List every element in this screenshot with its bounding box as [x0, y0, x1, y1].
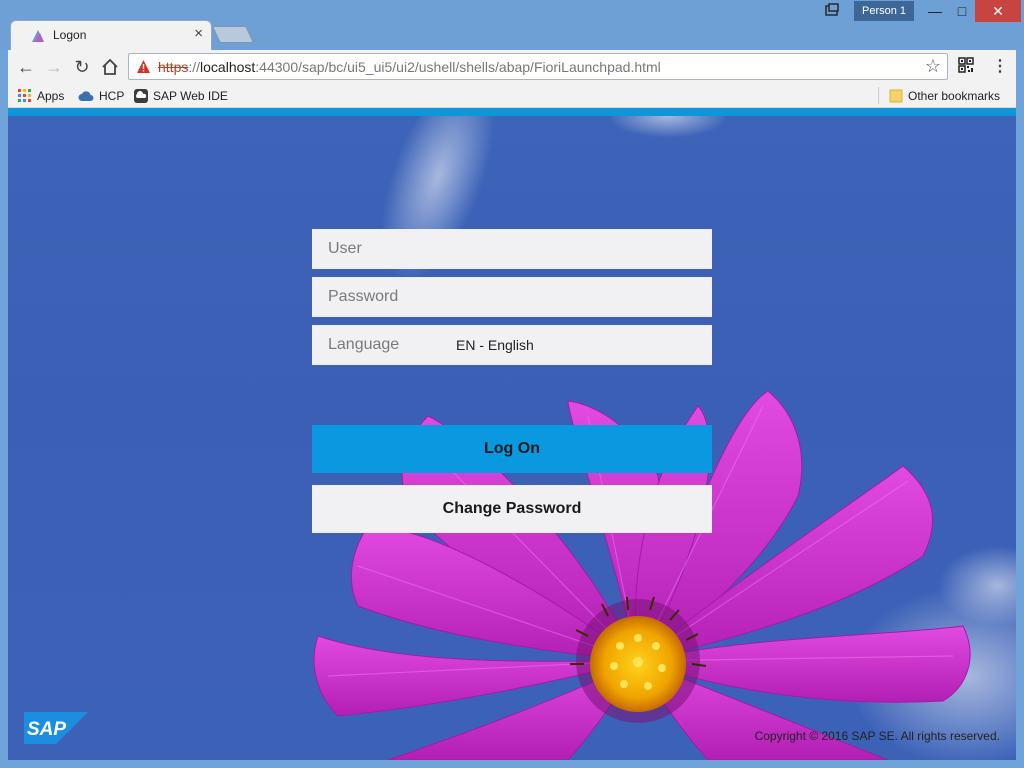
- url-scheme: https: [158, 59, 189, 75]
- log-on-button[interactable]: Log On: [312, 425, 712, 473]
- close-window-icon[interactable]: ✕: [975, 0, 1021, 22]
- svg-text:SAP: SAP: [27, 719, 66, 740]
- tab-title: Logon: [53, 28, 87, 42]
- bookmark-label: SAP Web IDE: [153, 89, 228, 103]
- user-input[interactable]: [312, 229, 712, 269]
- browser-menu-icon[interactable]: ⋮: [992, 56, 1008, 76]
- change-password-button[interactable]: Change Password: [312, 485, 712, 533]
- url-path: :44300/sap/bc/ui5_ui5/ui2/ushell/shells/…: [255, 59, 661, 75]
- sap-favicon-icon: [32, 30, 44, 42]
- other-bookmarks[interactable]: Other bookmarks: [889, 88, 1000, 104]
- bookmark-label: HCP: [99, 89, 125, 103]
- language-field[interactable]: Language EN - English: [312, 325, 712, 365]
- folder-icon: [889, 89, 903, 103]
- reload-icon[interactable]: ↻: [71, 56, 93, 78]
- url-host: localhost: [200, 59, 256, 75]
- other-bookmarks-label: Other bookmarks: [908, 89, 1001, 103]
- home-icon[interactable]: [99, 56, 121, 78]
- bookmark-label: Apps: [37, 89, 65, 103]
- web-ide-icon: [134, 88, 148, 103]
- forward-icon[interactable]: →: [43, 56, 65, 78]
- window-switch-icon[interactable]: [824, 2, 840, 18]
- apps-grid-icon: [18, 88, 31, 102]
- back-icon[interactable]: ←: [15, 56, 37, 78]
- password-field[interactable]: [312, 277, 712, 317]
- tab-logon[interactable]: Logon ×: [10, 20, 212, 50]
- password-input[interactable]: [312, 277, 712, 317]
- sap-logo: SAP: [24, 712, 88, 744]
- language-select[interactable]: EN - English: [456, 337, 534, 353]
- maximize-icon[interactable]: □: [945, 0, 979, 22]
- bookmark-sap-web-ide[interactable]: SAP Web IDE: [134, 88, 228, 104]
- url-text: https://localhost:44300/sap/bc/ui5_ui5/u…: [158, 59, 661, 75]
- bookmark-hcp[interactable]: HCP: [78, 88, 124, 104]
- bookmark-apps[interactable]: Apps: [18, 88, 64, 104]
- bookmark-star-icon[interactable]: ☆: [925, 56, 941, 77]
- not-secure-warning-icon: [137, 60, 150, 73]
- bookmarks-bar: Apps HCP SAP Web IDE Other bookmarks: [8, 84, 1016, 108]
- address-bar[interactable]: https://localhost:44300/sap/bc/ui5_ui5/u…: [128, 53, 948, 80]
- fiori-logon-page: Language EN - English Log On Change Pass…: [8, 108, 1016, 760]
- user-field[interactable]: [312, 229, 712, 269]
- profile-button[interactable]: Person 1: [854, 1, 914, 21]
- bookmarks-divider: [878, 87, 879, 104]
- close-tab-icon[interactable]: ×: [194, 25, 203, 43]
- browser-toolbar: ← → ↻ https://localhost:44300/sap/bc/ui5…: [8, 50, 1016, 84]
- cloud-icon: [78, 91, 94, 101]
- brand-top-bar: [8, 108, 1016, 116]
- new-tab-button[interactable]: [212, 26, 254, 43]
- copyright-text: Copyright © 2016 SAP SE. All rights rese…: [754, 729, 1000, 743]
- url-separator: ://: [188, 59, 201, 75]
- qr-code-extension-icon[interactable]: [958, 57, 974, 73]
- window-titlebar: Logon × Person 1 — □ ✕: [0, 0, 1024, 50]
- language-label: Language: [328, 336, 400, 353]
